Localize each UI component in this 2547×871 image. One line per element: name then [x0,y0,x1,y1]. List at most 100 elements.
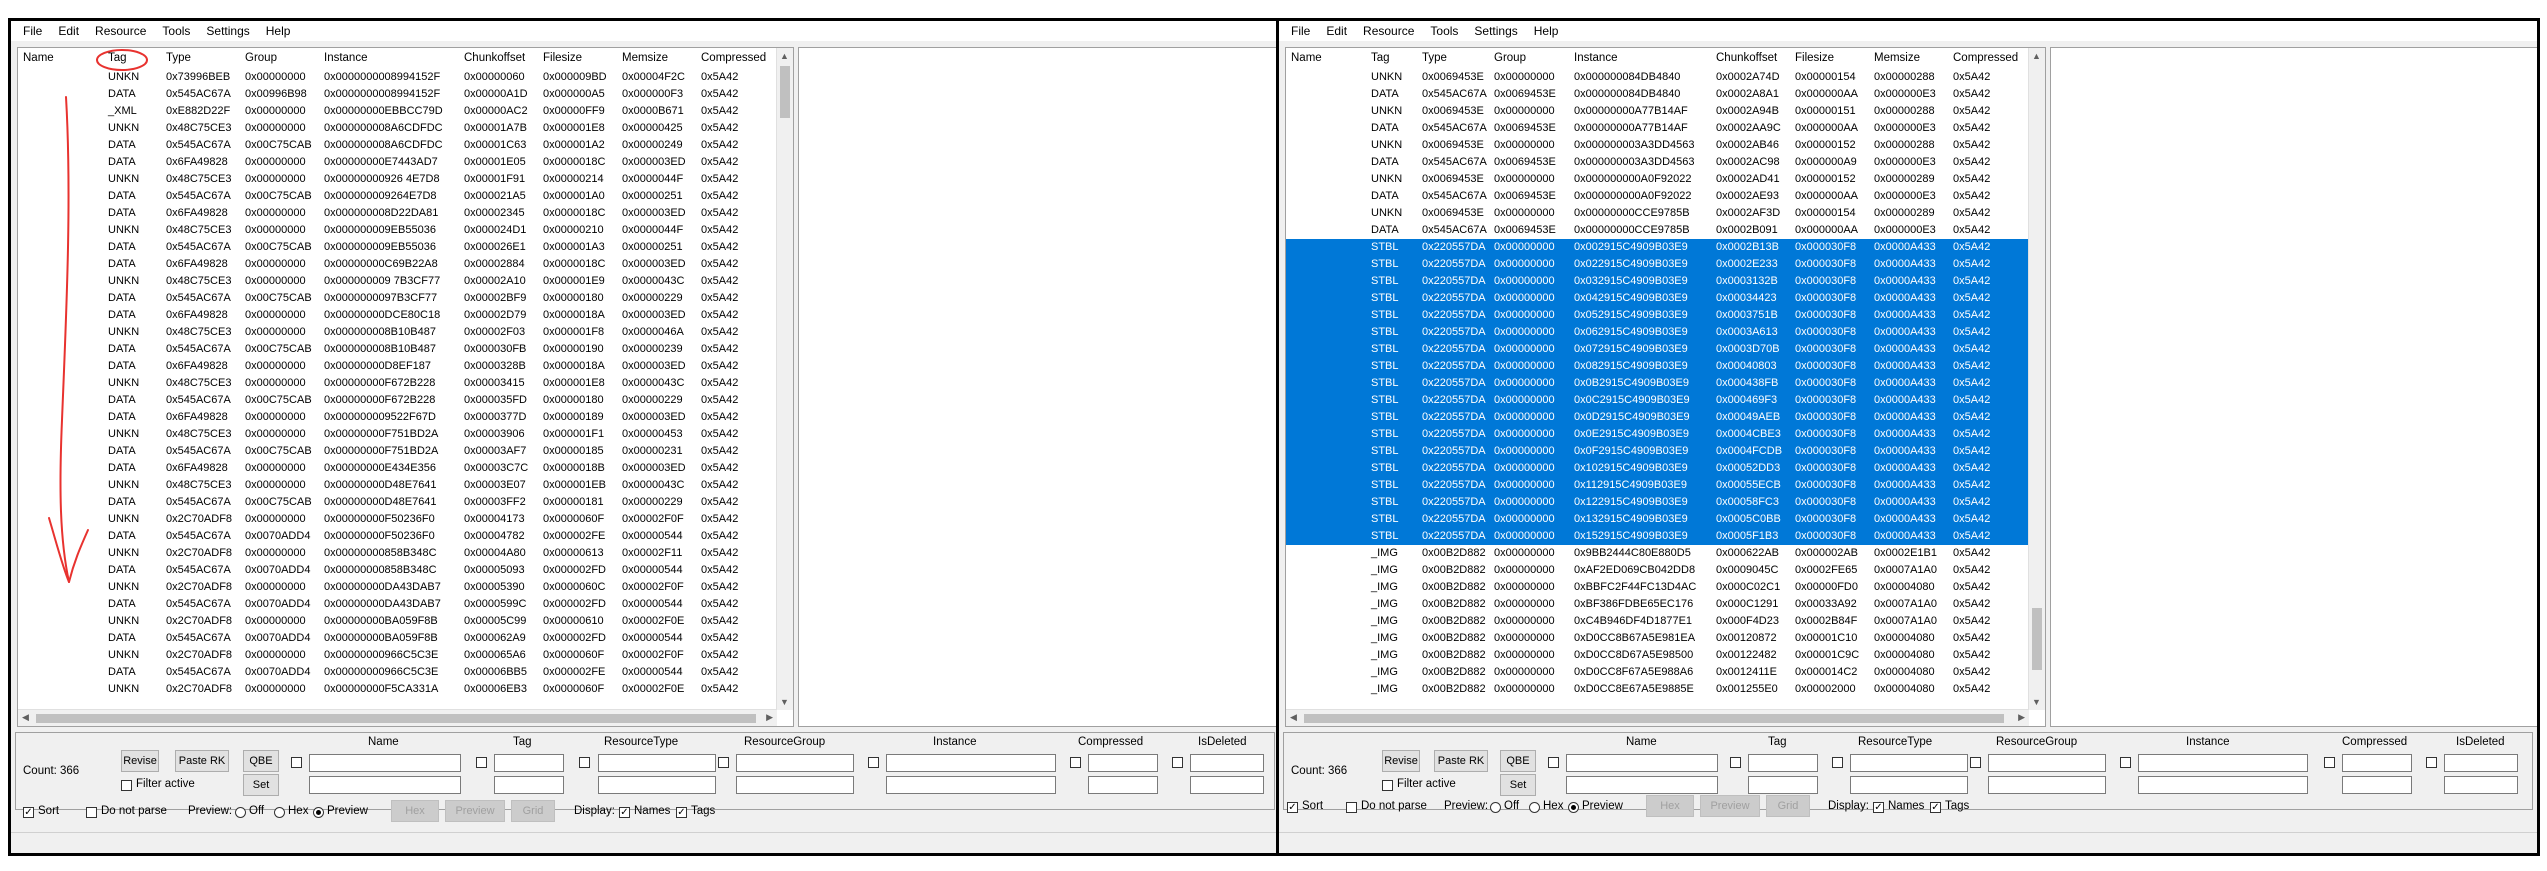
filter-compressed-field-2[interactable] [1088,776,1158,794]
table-row[interactable]: UNKN 0x2C70ADF8 0x00000000 0x00000000858B34… [18,545,777,562]
filter-name-field-2[interactable] [1566,776,1718,794]
column-header-tag[interactable]: Tag [108,52,127,64]
column-header-type[interactable]: Type [1422,52,1447,64]
table-row[interactable]: DATA 0x6FA49828 0x00000000 0x00000000DCE80C… [18,307,777,324]
filter-isdeleted-field-2[interactable] [2444,776,2518,794]
filter-name-checkbox[interactable] [1548,757,1559,768]
scroll-thumb[interactable] [2032,608,2042,670]
column-header-filesize[interactable]: Filesize [1795,52,1834,64]
table-row[interactable]: _IMG 0x00B2D882 0x00000000 0xD0CC8E67A5E988… [1286,681,2029,698]
paste-rk-button[interactable]: Paste RK [175,750,229,772]
qbe-button[interactable]: QBE [243,750,279,772]
table-row[interactable]: UNKN 0x2C70ADF8 0x00000000 0x00000000DA43DA… [18,579,777,596]
table-row[interactable]: DATA 0x545AC67A 0x0070ADD4 0x00000000DA43DA… [18,596,777,613]
filter-name-field-2[interactable] [309,776,461,794]
filter-compressed-field-2[interactable] [2342,776,2412,794]
table-row[interactable]: DATA 0x545AC67A 0x0070ADD4 0x00000000BA059F… [18,630,777,647]
table-row[interactable]: STBL 0x220557DA 0x00000000 0x052915C4909B03… [1286,307,2029,324]
filter-isdeleted-checkbox[interactable] [1172,757,1183,768]
preview-hex-radio[interactable] [274,807,285,818]
table-row[interactable]: DATA 0x6FA49828 0x00000000 0x000000008D22DA… [18,205,777,222]
filter-active-checkbox[interactable] [1382,780,1393,791]
filter-type-field[interactable] [598,754,716,772]
filter-isdeleted-field[interactable] [1190,754,1264,772]
filter-group-field[interactable] [736,754,854,772]
scroll-thumb-h[interactable] [1304,714,2004,723]
table-row[interactable]: STBL 0x220557DA 0x00000000 0x072915C4909B03… [1286,341,2029,358]
table-row[interactable]: DATA 0x545AC67A 0x00C75CAB 0x000000009EB550… [18,239,777,256]
filter-tag-field[interactable] [1748,754,1818,772]
table-row[interactable]: STBL 0x220557DA 0x00000000 0x0E2915C4909B03… [1286,426,2029,443]
resource-list[interactable]: Name Tag Type Group Instance Chunkoffset… [1285,47,2046,727]
column-header-name[interactable]: Name [23,52,54,64]
menu-file[interactable]: File [23,24,42,38]
menu-help[interactable]: Help [266,24,291,38]
filter-compressed-checkbox[interactable] [2324,757,2335,768]
filter-isdeleted-checkbox[interactable] [2426,757,2437,768]
table-row[interactable]: STBL 0x220557DA 0x00000000 0x042915C4909B03… [1286,290,2029,307]
preview-off-radio[interactable] [235,807,246,818]
column-header-tag[interactable]: Tag [1371,52,1390,64]
filter-group-field[interactable] [1988,754,2106,772]
table-row[interactable]: DATA 0x545AC67A 0x00C75CAB 0x00000000D48E76… [18,494,777,511]
table-row[interactable]: DATA 0x6FA49828 0x00000000 0x00000000D8EF18… [18,358,777,375]
table-row[interactable]: _IMG 0x00B2D882 0x00000000 0xC4B946DF4D1877… [1286,613,2029,630]
column-header-group[interactable]: Group [1494,52,1526,64]
filter-isdeleted-field[interactable] [2444,754,2518,772]
column-header-instance[interactable]: Instance [324,52,367,64]
menu-tools[interactable]: Tools [162,24,190,38]
filter-instance-field[interactable] [886,754,1056,772]
table-row[interactable]: DATA 0x545AC67A 0x0070ADD4 0x00000000966C5C… [18,664,777,681]
table-row[interactable]: UNKN 0x0069453E 0x00000000 0x000000084DB484… [1286,69,2029,86]
table-row[interactable]: DATA 0x545AC67A 0x00C75CAB 0x000000008B10B4… [18,341,777,358]
filter-type-checkbox[interactable] [579,757,590,768]
preview-preview-radio[interactable] [1568,802,1579,813]
preview-hex-radio[interactable] [1529,802,1540,813]
preview-preview-radio[interactable] [313,807,324,818]
grid-button[interactable]: Grid [1766,795,1810,817]
column-header-compressed[interactable]: Compressed [701,52,766,64]
horizontal-scrollbar[interactable]: ◀ ▶ [18,709,777,726]
scroll-thumb-h[interactable] [36,714,756,723]
table-row[interactable]: DATA 0x6FA49828 0x00000000 0x000000009522F6… [18,409,777,426]
table-row[interactable]: UNKN 0x48C75CE3 0x00000000 0x00000000F751BD… [18,426,777,443]
table-row[interactable]: UNKN 0x0069453E 0x00000000 0x000000000A0F92… [1286,171,2029,188]
revise-button[interactable]: Revise [1382,750,1420,772]
menu-tools[interactable]: Tools [1430,24,1458,38]
menu-settings[interactable]: Settings [206,24,249,38]
table-row[interactable]: UNKN 0x48C75CE3 0x00000000 0x00000000D48E76… [18,477,777,494]
do-not-parse-checkbox[interactable] [86,807,97,818]
table-row[interactable]: DATA 0x545AC67A 0x00996B98 0x00000000089941… [18,86,777,103]
table-row[interactable]: DATA 0x545AC67A 0x00C75CAB 0x00000000F672B2… [18,392,777,409]
hex-button[interactable]: Hex [391,800,439,822]
menu-resource[interactable]: Resource [95,24,146,38]
filter-group-field-2[interactable] [736,776,854,794]
table-row[interactable]: STBL 0x220557DA 0x00000000 0x062915C4909B03… [1286,324,2029,341]
table-row[interactable]: STBL 0x220557DA 0x00000000 0x112915C4909B03… [1286,477,2029,494]
table-row[interactable]: STBL 0x220557DA 0x00000000 0x152915C4909B03… [1286,528,2029,545]
table-row[interactable]: STBL 0x220557DA 0x00000000 0x102915C4909B03… [1286,460,2029,477]
filter-tag-checkbox[interactable] [1730,757,1741,768]
filter-isdeleted-field-2[interactable] [1190,776,1264,794]
display-names-checkbox[interactable]: ✓ [619,807,630,818]
grid-button[interactable]: Grid [511,800,555,822]
filter-name-checkbox[interactable] [291,757,302,768]
table-row[interactable]: UNKN 0x48C75CE3 0x00000000 0x000000008A6CDF… [18,120,777,137]
filter-active-checkbox[interactable] [121,780,132,791]
menu-edit[interactable]: Edit [58,24,79,38]
preview-button[interactable]: Preview [445,800,505,822]
scroll-thumb[interactable] [780,66,790,118]
filter-tag-field[interactable] [494,754,564,772]
menu-edit[interactable]: Edit [1326,24,1347,38]
menu-resource[interactable]: Resource [1363,24,1414,38]
table-row[interactable]: DATA 0x545AC67A 0x00C75CAB 0x0000000097B3CF… [18,290,777,307]
table-row[interactable]: UNKN 0x48C75CE3 0x00000000 0x000000008B10B4… [18,324,777,341]
table-row[interactable]: STBL 0x220557DA 0x00000000 0x082915C4909B03… [1286,358,2029,375]
scroll-down-icon[interactable]: ▼ [780,697,789,707]
table-row[interactable]: _IMG 0x00B2D882 0x00000000 0xAF2ED069CB042D… [1286,562,2029,579]
table-row[interactable]: UNKN 0x48C75CE3 0x00000000 0x000000009EB550… [18,222,777,239]
table-row[interactable]: _IMG 0x00B2D882 0x00000000 0xBF386FDBE65EC1… [1286,596,2029,613]
column-header-compressed[interactable]: Compressed [1953,52,2018,64]
vertical-scrollbar[interactable]: ▲ ▼ [776,48,793,710]
table-row[interactable]: DATA 0x6FA49828 0x00000000 0x00000000E7443A… [18,154,777,171]
